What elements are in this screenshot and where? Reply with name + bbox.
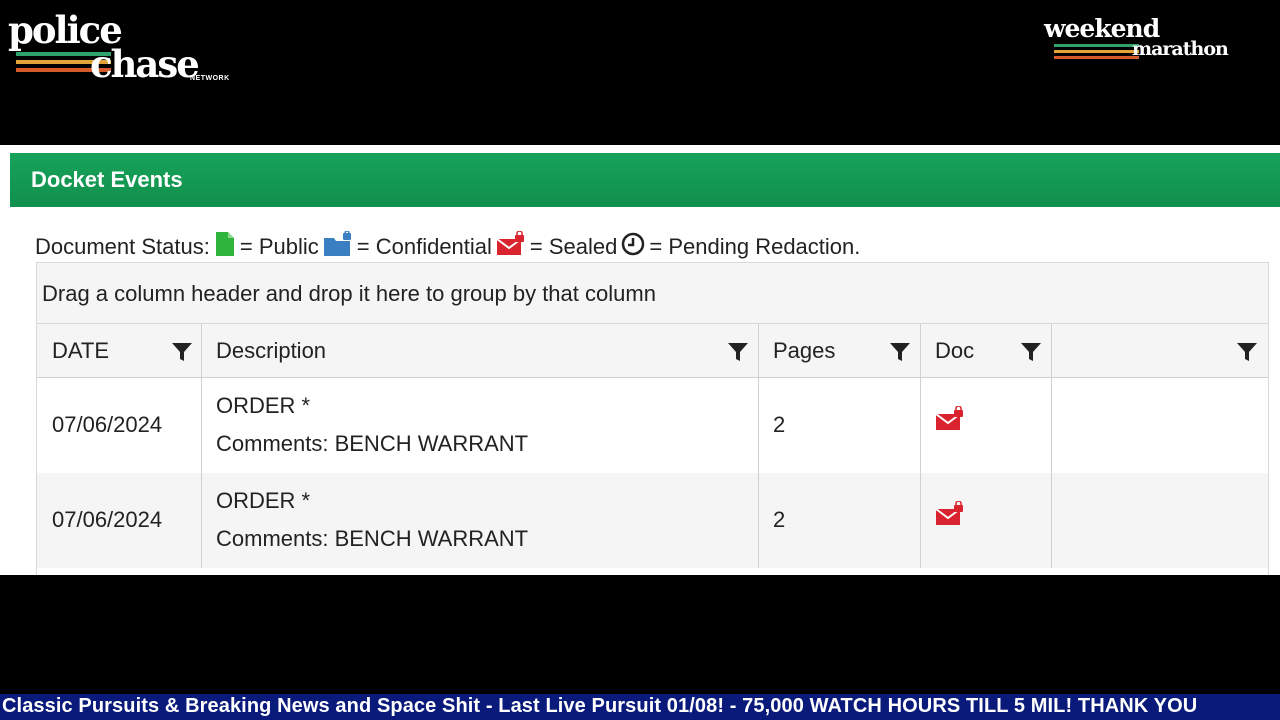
column-label-doc: Doc: [935, 338, 975, 363]
column-label-description: Description: [216, 338, 327, 363]
date-text: 07/06/2024: [52, 507, 163, 532]
filter-icon[interactable]: [727, 341, 749, 363]
police-chase-network-logo: police chase NETWORK: [8, 10, 229, 88]
grid-header-row: DATE Description Pages Doc: [37, 324, 1268, 378]
filter-icon[interactable]: [1236, 341, 1258, 363]
column-header-date[interactable]: DATE: [37, 324, 202, 377]
filter-icon[interactable]: [171, 341, 193, 363]
cell-doc: [920, 378, 1052, 473]
logo-word-chase: chase: [90, 42, 200, 86]
column-header-pages[interactable]: Pages: [758, 324, 921, 377]
description-comments: Comments: BENCH WARRANT: [216, 526, 529, 551]
panel-title: Docket Events: [31, 167, 183, 192]
status-pending: = Pending Redaction.: [649, 234, 861, 259]
sealed-icon[interactable]: [935, 501, 965, 527]
cell-description: ORDER * Comments: BENCH WARRANT: [201, 378, 759, 473]
status-confidential: = Confidential: [356, 234, 492, 259]
description-title: ORDER *: [216, 393, 311, 418]
table-row[interactable]: 07/06/2024 ORDER * Comments: BENCH WARRA…: [37, 473, 1268, 568]
cell-extra: [1051, 473, 1267, 568]
docket-grid: Drag a column header and drop it here to…: [36, 262, 1269, 575]
status-sealed: = Sealed: [529, 234, 618, 259]
filter-icon[interactable]: [1020, 341, 1042, 363]
document-status-legend: Document Status: = Public = Confidential…: [35, 230, 861, 263]
pages-text: 2: [773, 507, 786, 532]
sealed-icon[interactable]: [935, 406, 965, 432]
cell-doc: [920, 473, 1052, 568]
ticker-text: Classic Pursuits & Breaking News and Spa…: [2, 695, 1198, 717]
status-public: = Public: [239, 234, 319, 259]
group-by-drop-zone[interactable]: Drag a column header and drop it here to…: [37, 263, 1268, 324]
description-title: ORDER *: [216, 488, 311, 513]
group-by-hint: Drag a column header and drop it here to…: [42, 281, 656, 306]
column-header-doc[interactable]: Doc: [920, 324, 1052, 377]
weekend-marathon-logo: weekend marathon: [1040, 15, 1260, 65]
cell-extra: [1051, 378, 1267, 473]
confidential-folder-icon: [323, 230, 353, 263]
docket-page: Docket Events Document Status: = Public …: [0, 145, 1280, 575]
news-ticker: Classic Pursuits & Breaking News and Spa…: [0, 694, 1280, 720]
column-header-description[interactable]: Description: [201, 324, 759, 377]
description-comments: Comments: BENCH WARRANT: [216, 431, 529, 456]
filter-icon[interactable]: [889, 341, 911, 363]
status-prefix: Document Status:: [35, 234, 210, 259]
cell-date: 07/06/2024: [37, 378, 202, 473]
logo-word-marathon: marathon: [1132, 38, 1229, 60]
logo-word-network: NETWORK: [190, 75, 230, 82]
pages-text: 2: [773, 412, 786, 437]
cell-pages: 2: [758, 473, 921, 568]
column-label-date: DATE: [52, 338, 110, 363]
date-text: 07/06/2024: [52, 412, 163, 437]
logo-stripe-orange-2: [1054, 50, 1139, 53]
logo-stripe-red-2: [1054, 56, 1139, 59]
logo-stripe-green-2: [1054, 44, 1139, 47]
cell-description: ORDER * Comments: BENCH WARRANT: [201, 473, 759, 568]
column-header-extra[interactable]: [1051, 324, 1267, 377]
docket-events-header: Docket Events: [10, 153, 1280, 207]
clock-icon: [621, 232, 645, 262]
cell-date: 07/06/2024: [37, 473, 202, 568]
public-document-icon: [214, 231, 236, 263]
column-label-pages: Pages: [773, 338, 836, 363]
cell-pages: 2: [758, 378, 921, 473]
table-row[interactable]: 07/06/2024 ORDER * Comments: BENCH WARRA…: [37, 378, 1268, 473]
sealed-envelope-icon: [496, 230, 526, 263]
